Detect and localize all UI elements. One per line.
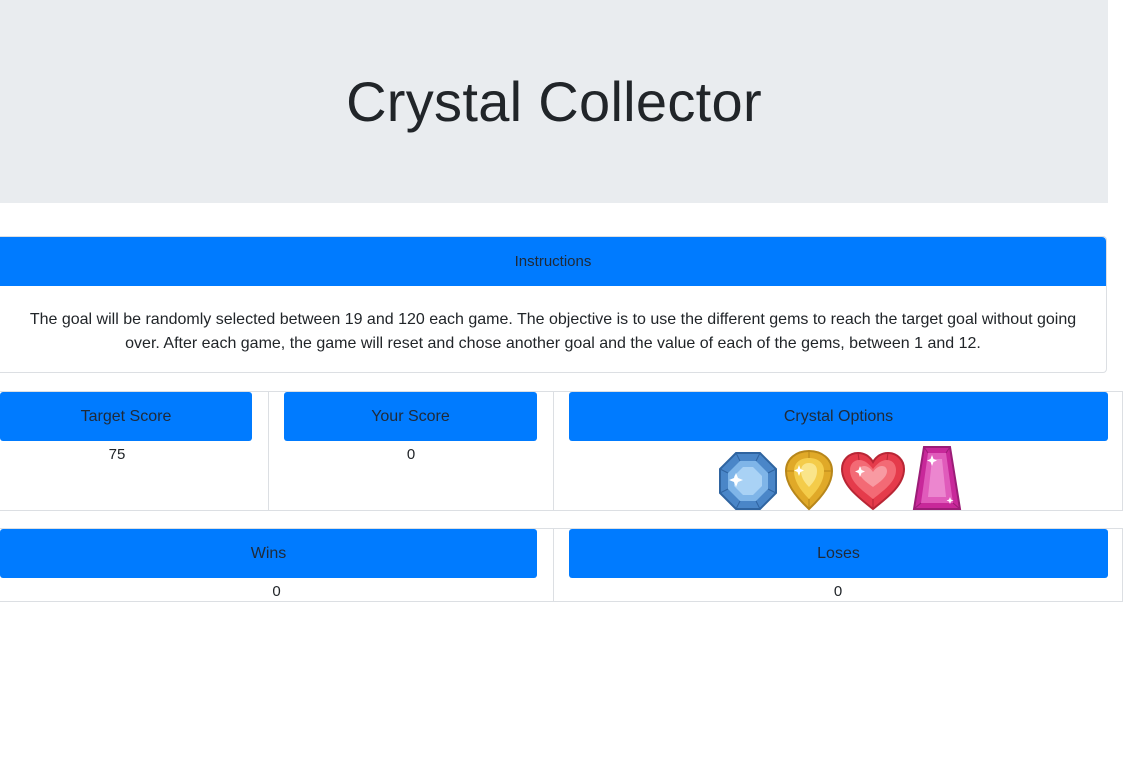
instructions-body: The goal will be randomly selected betwe… [29,311,1077,352]
target-score-panel: Target Score 75 [0,391,269,511]
pink-gem-icon[interactable] [912,445,962,511]
instructions-header: Instructions [0,237,1106,286]
losses-header: Loses [569,529,1108,578]
header-jumbotron: Crystal Collector [0,0,1108,203]
page-title: Crystal Collector [346,70,762,133]
your-score-header: Your Score [284,392,537,441]
target-score-label: Target Score [80,407,172,425]
losses-panel: Loses 0 [553,528,1123,602]
instructions-card: Instructions The goal will be randomly s… [0,236,1107,373]
crystal-options-panel: Crystal Options [553,391,1123,511]
wins-panel: Wins 0 [0,528,554,602]
wins-header: Wins [0,529,537,578]
your-score-label: Your Score [371,407,450,425]
losses-value: 0 [833,583,843,600]
gem-list [718,445,962,511]
blue-gem-icon[interactable] [718,451,778,511]
your-score-panel: Your Score 0 [268,391,554,511]
wins-value: 0 [272,583,281,600]
instructions-title: Instructions [514,253,592,270]
wins-label: Wins [250,544,287,562]
crystal-options-header: Crystal Options [569,392,1108,441]
red-heart-gem-icon[interactable] [840,451,906,511]
target-score-header: Target Score [0,392,252,441]
crystal-options-label: Crystal Options [783,407,894,425]
target-score-value: 75 [108,446,126,463]
your-score-value: 0 [406,446,416,463]
losses-label: Loses [817,544,860,562]
yellow-gem-icon[interactable] [784,449,834,511]
